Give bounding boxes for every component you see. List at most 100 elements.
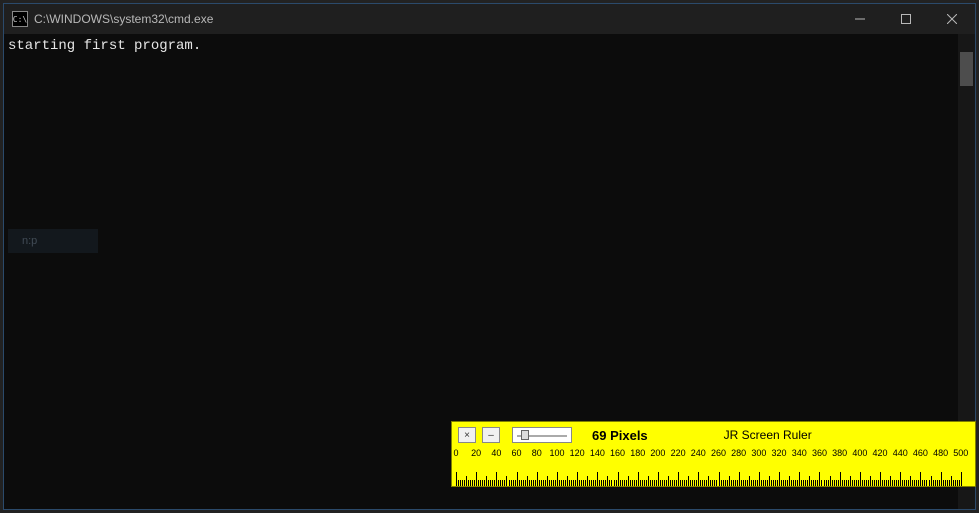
ruler-tick: [773, 480, 774, 486]
ruler-tick: [688, 476, 689, 486]
ruler-tick: [949, 480, 950, 486]
ruler-tick: [611, 480, 612, 486]
ruler-tick: [579, 480, 580, 486]
ruler-tick: [490, 480, 491, 486]
ruler-tick: [840, 472, 841, 486]
ruler-tick: [561, 480, 562, 486]
screen-ruler-window[interactable]: × – 69 Pixels JR Screen Ruler 0204060801…: [451, 421, 976, 487]
ruler-tick: [567, 476, 568, 486]
ruler-tick: [723, 480, 724, 486]
ruler-tick: [498, 480, 499, 486]
ruler-tick: [513, 480, 514, 486]
ruler-tick: [826, 480, 827, 486]
ruler-slider-thumb[interactable]: [521, 430, 529, 440]
ruler-tick: [569, 480, 570, 486]
ruler-tick: [876, 480, 877, 486]
ruler-tick: [852, 480, 853, 486]
ruler-tick: [735, 480, 736, 486]
ruler-tick: [765, 480, 766, 486]
ruler-tick-label: 40: [491, 448, 501, 458]
ruler-tick: [886, 480, 887, 486]
ruler-tick-label: 240: [691, 448, 706, 458]
minimize-button[interactable]: [837, 4, 883, 34]
ruler-tick: [848, 480, 849, 486]
ruler-tick-label: 160: [610, 448, 625, 458]
ruler-tick: [888, 480, 889, 486]
maximize-button[interactable]: [883, 4, 929, 34]
ruler-tick: [648, 476, 649, 486]
ruler-tick-label: 380: [832, 448, 847, 458]
ruler-tick: [506, 476, 507, 486]
ruler-tick: [555, 480, 556, 486]
ruler-tick-label: 360: [812, 448, 827, 458]
ruler-tick: [575, 480, 576, 486]
ruler-tick-label: 80: [532, 448, 542, 458]
ruler-tick: [854, 480, 855, 486]
ruler-tick: [537, 472, 538, 486]
scrollbar-thumb[interactable]: [960, 52, 973, 86]
ruler-tick: [870, 476, 871, 486]
ruler-zoom-slider[interactable]: [512, 427, 572, 443]
ruler-tick-label: 260: [711, 448, 726, 458]
close-button[interactable]: [929, 4, 975, 34]
ruler-tick: [739, 472, 740, 486]
ruler-tick: [521, 480, 522, 486]
ruler-tick: [900, 472, 901, 486]
ruler-tick: [484, 480, 485, 486]
ruler-tick: [935, 480, 936, 486]
ruler-tick: [745, 480, 746, 486]
ruler-tick: [961, 472, 962, 486]
ruler-tick: [890, 476, 891, 486]
ruler-tick: [801, 480, 802, 486]
ruler-tick: [924, 480, 925, 486]
ruler-tick: [902, 480, 903, 486]
ruler-tick: [583, 480, 584, 486]
ruler-tick: [896, 480, 897, 486]
ruler-tick: [743, 480, 744, 486]
ruler-tick: [464, 480, 465, 486]
ruler-tick: [929, 480, 930, 486]
ruler-tick: [664, 480, 665, 486]
ruler-tick: [593, 480, 594, 486]
ruler-tick: [543, 480, 544, 486]
ruler-tick: [805, 480, 806, 486]
ruler-tick: [737, 480, 738, 486]
ruler-tick: [753, 480, 754, 486]
ruler-tick: [462, 480, 463, 486]
ruler-tick: [527, 476, 528, 486]
ruler-tick: [922, 480, 923, 486]
ruler-tick: [577, 472, 578, 486]
ruler-tick: [599, 480, 600, 486]
ruler-scale[interactable]: 0204060801001201401601802002202402602803…: [452, 448, 975, 486]
ruler-tick: [910, 476, 911, 486]
ruler-toolbar: × – 69 Pixels JR Screen Ruler: [452, 422, 975, 448]
ruler-tick: [591, 480, 592, 486]
ruler-tick: [813, 480, 814, 486]
ruler-tick: [914, 480, 915, 486]
ruler-tick-label: 100: [549, 448, 564, 458]
ruler-tick: [904, 480, 905, 486]
ruler-tick: [640, 480, 641, 486]
ruler-tick: [838, 480, 839, 486]
ruler-reading: 69 Pixels: [592, 428, 648, 443]
ruler-tick: [587, 476, 588, 486]
ruler-tick: [504, 480, 505, 486]
ruler-tick: [702, 480, 703, 486]
ruler-tick: [860, 472, 861, 486]
ruler-tick: [680, 480, 681, 486]
ruler-tick: [650, 480, 651, 486]
ruler-tick: [906, 480, 907, 486]
ruler-close-button[interactable]: ×: [458, 427, 476, 443]
ruler-tick: [749, 476, 750, 486]
ruler-tick: [933, 480, 934, 486]
ruler-tick: [616, 480, 617, 486]
ruler-tick: [662, 480, 663, 486]
ruler-tick-label: 400: [852, 448, 867, 458]
ruler-tick: [850, 476, 851, 486]
ruler-tick: [866, 480, 867, 486]
ruler-tick: [937, 480, 938, 486]
ruler-minimize-button[interactable]: –: [482, 427, 500, 443]
ruler-tick: [614, 480, 615, 486]
titlebar[interactable]: C:\ C:\WINDOWS\system32\cmd.exe: [4, 4, 975, 34]
ruler-tick: [751, 480, 752, 486]
